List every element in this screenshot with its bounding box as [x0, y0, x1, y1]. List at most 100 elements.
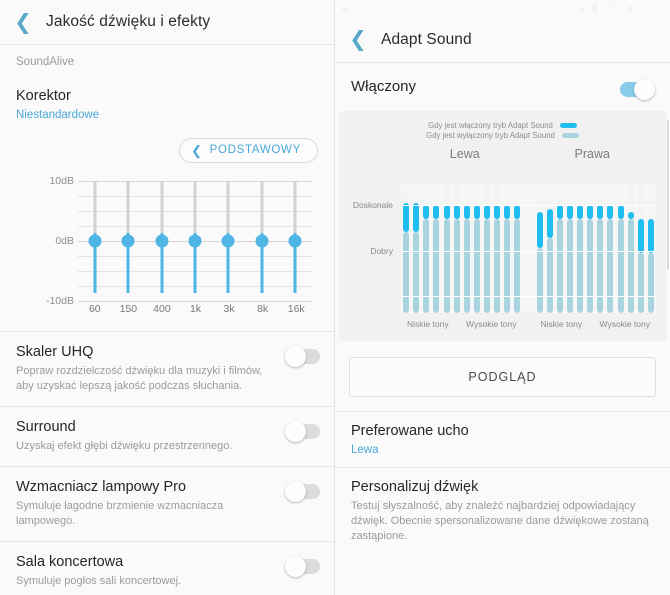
page-title: Jakość dźwięku i efekty [46, 13, 211, 30]
bar [473, 183, 480, 313]
eq-thumb[interactable] [155, 234, 169, 248]
eq-thumb[interactable] [221, 234, 235, 248]
bar-segment-off [546, 237, 553, 313]
clock: 01:33 [638, 3, 663, 14]
signal-icon: ▉ [591, 3, 599, 13]
eq-thumb[interactable] [88, 234, 102, 248]
bar [443, 183, 450, 313]
bar [546, 183, 553, 313]
bars-xtick: Niskie tony [540, 319, 583, 329]
toggle-row-2[interactable]: Wzmacniacz lampowy Pro Symuluje łagodne b… [0, 467, 334, 541]
bar-segment-off [536, 248, 543, 313]
bar-segment-on [403, 202, 409, 233]
sound-quality-panel: ❮ Jakość dźwięku i efekty SoundAlive Kor… [0, 0, 335, 595]
bar-segment-on [473, 205, 480, 220]
toggle-switch[interactable] [285, 556, 320, 578]
bar [577, 183, 583, 313]
bar-segment-off [494, 219, 501, 313]
eq-xtick-16k: 16k [287, 302, 305, 315]
toggle-title: Skaler UHQ [16, 343, 94, 360]
page-title: Adapt Sound [381, 30, 472, 48]
legend-item-0: Gdy jest włączony tryb Adapt Sound [428, 121, 577, 130]
dual-panel-screenshot: ❮ Jakość dźwięku i efekty SoundAlive Kor… [0, 0, 670, 595]
channel-title-right: Prawa [574, 147, 610, 161]
bar [647, 183, 654, 313]
bar-segment-off [413, 232, 420, 313]
bar-segment-off [607, 219, 614, 313]
eq-ytick-m10db: -10dB [45, 294, 74, 307]
toggle-row-0[interactable]: Skaler UHQ Popraw rozdzielczość dźwięku d… [0, 332, 334, 406]
bar-segment-on [433, 205, 440, 220]
bar [536, 183, 543, 313]
bar-segment-off [577, 219, 583, 313]
enabled-toggle[interactable] [620, 79, 655, 100]
bar-segment-on [556, 205, 563, 220]
eq-band-16k[interactable] [288, 180, 302, 293]
eq-thumb[interactable] [255, 234, 269, 248]
eq-track-upper [226, 180, 230, 241]
left-appbar: ❮ Jakość dźwięku i efekty [0, 0, 334, 44]
toggle-switch[interactable] [285, 421, 320, 443]
bars-xtick: Wysokie tony [466, 319, 517, 329]
bar [433, 183, 440, 313]
eq-ytick-0db: 0dB [55, 234, 74, 247]
bar-segment-off [473, 219, 480, 313]
mute-icon: ☹ [562, 3, 573, 13]
adapt-sound-chart-card: Gdy jest włączony tryb Adapt Sound Gdy je… [339, 111, 666, 341]
bar-segment-off [484, 219, 490, 313]
equalizer-chart[interactable]: 10dB 0dB -10dB 60 150 400 1k 3k 8k 16k [10, 173, 324, 323]
bar-segment-off [556, 219, 563, 313]
bar-segment-on [514, 205, 521, 220]
eq-band-8k[interactable] [255, 180, 269, 293]
eq-thumb[interactable] [121, 234, 135, 248]
bar-segment-on [566, 205, 573, 220]
preset-basic-button[interactable]: ❮ PODSTAWOWY [179, 137, 318, 163]
eq-xtick-3k: 3k [223, 302, 235, 315]
eq-xtick-150: 150 [119, 302, 138, 315]
toggle-switch[interactable] [285, 481, 320, 503]
toggle-desc: Symuluje pogłos sali koncertowej. [16, 575, 182, 588]
bar-segment-off [587, 219, 594, 313]
toggle-knob [285, 345, 306, 367]
section-header-soundalive: SoundAlive [16, 56, 75, 68]
scrollbar[interactable] [667, 120, 669, 270]
eq-band-60[interactable] [88, 180, 102, 293]
channel-title-left: Lewa [449, 147, 480, 161]
preferred-ear-title: Preferowane ucho [351, 423, 469, 439]
back-button[interactable]: ❮ [347, 29, 369, 51]
bar-segment-off [617, 219, 624, 313]
eq-thumb[interactable] [288, 234, 302, 248]
bar-segment-off [597, 219, 604, 313]
legend-swatch [559, 123, 577, 128]
bar [597, 183, 604, 313]
eq-track-upper [293, 180, 297, 241]
eq-band-150[interactable] [121, 180, 135, 293]
battery-icon: ■ [627, 3, 634, 13]
bar-segment-off [627, 219, 634, 313]
eq-band-1k[interactable] [188, 180, 202, 293]
bars-group-lewa [401, 183, 523, 313]
equalizer-row[interactable]: Korektor Niestandardowe [0, 77, 334, 132]
preview-button[interactable]: PODGLĄD [349, 357, 656, 397]
toggle-row-1[interactable]: Surround Uzyskaj efekt głębi dźwięku prze… [0, 407, 334, 466]
eq-band-3k[interactable] [221, 180, 235, 293]
bar-segment-on [504, 205, 511, 220]
back-button[interactable]: ❮ [12, 11, 34, 33]
preferred-ear-row[interactable]: Preferowane ucho Lewa [335, 412, 670, 467]
bar-segment-off [453, 219, 460, 313]
toggle-knob [285, 556, 306, 578]
bar-segment-off [463, 219, 470, 313]
toggle-switch[interactable] [285, 345, 320, 367]
bar-segment-off [647, 253, 654, 313]
equalizer-title: Korektor [16, 88, 71, 104]
eq-band-400[interactable] [155, 180, 169, 293]
adapt-sound-enabled-row[interactable]: Włączony [335, 63, 670, 111]
eq-thumb[interactable] [188, 234, 202, 248]
bar [514, 183, 521, 313]
personalize-sound-row[interactable]: Personalizuj dźwięk Testuj słyszalność, … [335, 468, 670, 555]
bar [463, 183, 470, 313]
eq-track-upper [93, 180, 97, 241]
toggle-title: Surround [16, 419, 76, 436]
toggle-row-3[interactable]: Sala koncertowa Symuluje pogłos sali konc… [0, 542, 334, 595]
bar [566, 183, 573, 313]
